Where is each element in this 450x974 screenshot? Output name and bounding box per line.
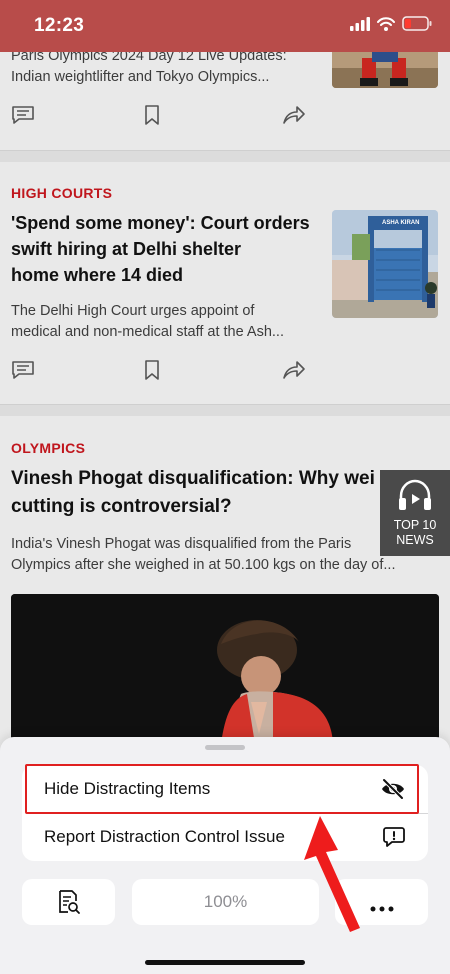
reader-view-button[interactable] [22, 879, 115, 925]
highlight-box [25, 764, 419, 814]
battery-icon [402, 16, 432, 36]
status-icons [350, 16, 432, 36]
menu-item-label: Report Distraction Control Issue [44, 827, 285, 846]
top-10-news-label: TOP 10 NEWS [393, 518, 437, 547]
article-summary[interactable]: India's Vinesh Phogat was disqualified f… [11, 534, 441, 576]
zoom-level-button[interactable]: 100% [132, 879, 319, 925]
reader-search-icon [57, 889, 81, 920]
status-time: 12:23 [34, 15, 85, 36]
status-bar: 12:23 [0, 0, 450, 52]
article-title[interactable]: Paris Olympics 2024 Day 12 Live Updates:… [11, 46, 321, 88]
bookmark-icon[interactable] [144, 104, 160, 131]
article-title[interactable]: 'Spend some money': Court orders swift h… [11, 210, 327, 288]
article-thumbnail[interactable]: ASHA KIRAN [332, 210, 438, 318]
share-icon[interactable] [282, 104, 306, 131]
article-category[interactable]: OLYMPICS [11, 440, 85, 456]
zoom-level-label: 100% [203, 892, 248, 911]
thumbnail-sign-text: ASHA KIRAN [382, 220, 420, 226]
comment-icon[interactable] [11, 104, 35, 131]
article-category[interactable]: HIGH COURTS [11, 185, 112, 201]
bookmark-icon[interactable] [144, 359, 160, 386]
report-bubble-icon [382, 825, 406, 854]
article-summary[interactable]: The Delhi High Court urges appoint of me… [11, 301, 321, 343]
sheet-grabber[interactable] [205, 745, 245, 750]
share-icon[interactable] [282, 359, 306, 386]
wifi-icon [377, 16, 395, 36]
home-indicator [145, 960, 305, 965]
annotation-arrow [304, 816, 360, 932]
top-10-news-button[interactable]: TOP 10 NEWS [380, 470, 450, 556]
comment-icon[interactable] [11, 359, 35, 386]
article-card[interactable]: HIGH COURTS 'Spend some money': Court or… [0, 162, 450, 404]
headphones-icon [395, 476, 435, 521]
cellular-signal-icon [350, 16, 370, 36]
